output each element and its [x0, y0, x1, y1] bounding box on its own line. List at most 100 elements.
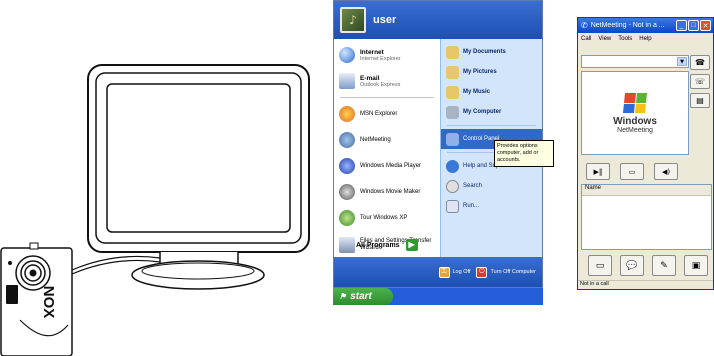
taskbar: ⚑ start [333, 288, 543, 305]
user-name: user [373, 14, 397, 26]
search-icon [446, 179, 459, 193]
start-menu-left-pane: Internet Internet Explorer E-mail Outlook … [334, 39, 440, 257]
menu-help[interactable]: Help [639, 36, 651, 42]
chat-button[interactable]: 💬 [620, 255, 644, 276]
start-menu: ♪ user Internet Internet Explorer E-mail O… [333, 0, 554, 288]
menu-item-label: Tour Windows XP [360, 215, 408, 221]
menu-item-run[interactable]: Run... [441, 196, 542, 216]
share-icon: ▭ [595, 261, 605, 271]
menu-item-media-player[interactable]: Windows Media Player [334, 153, 440, 179]
monitor-illustration: NOX [0, 64, 310, 356]
pictures-icon [446, 65, 459, 79]
logo-text-netmeeting: NetMeeting [617, 126, 653, 134]
menu-item-msn-explorer[interactable]: MSN Explorer [334, 101, 440, 127]
menu-item-tour-windows[interactable]: Tour Windows XP [334, 205, 440, 231]
menu-item-my-pictures[interactable]: My Pictures [441, 62, 542, 82]
place-call-button[interactable]: ☎ [690, 55, 710, 70]
menu-item-internet[interactable]: Internet Internet Explorer [334, 42, 440, 68]
run-icon [446, 199, 459, 213]
hang-up-icon: ☏ [694, 77, 705, 86]
picture-in-picture-button[interactable]: ▭ [620, 163, 644, 180]
folder-icon [446, 45, 459, 59]
menu-view[interactable]: View [598, 36, 611, 42]
window-title: NetMeeting - Not in a ... [590, 22, 665, 29]
menu-item-label: E-mail [360, 74, 380, 82]
menu-separator [447, 125, 536, 126]
menu-tools[interactable]: Tools [618, 36, 632, 42]
power-icon: ⏻ [476, 266, 488, 278]
internet-explorer-icon [339, 47, 355, 63]
control-panel-icon [446, 132, 459, 146]
speaker-icon: ◀) [661, 168, 671, 176]
menu-item-label: Search [463, 183, 483, 189]
title-bar: ✆ NetMeeting - Not in a ... _ □ ✕ [578, 18, 713, 33]
minimize-button[interactable]: _ [676, 20, 687, 31]
menu-item-label: Windows Media Player [360, 163, 422, 169]
start-menu-right-pane: My Documents My Pictures My Music My Com… [440, 39, 554, 257]
start-video-button[interactable]: ▶‖ [586, 163, 610, 180]
chat-icon: 💬 [626, 261, 638, 271]
maximize-button[interactable]: □ [688, 20, 699, 31]
menu-item-my-computer[interactable]: My Computer [441, 102, 542, 122]
file-transfer-icon: ▣ [691, 261, 701, 271]
outlook-express-icon [339, 73, 355, 89]
start-menu-footer: ⚿ Log Off ⏻ Turn Off Computer [334, 257, 542, 287]
menu-item-movie-maker[interactable]: Windows Movie Maker [334, 179, 440, 205]
menu-item-netmeeting[interactable]: NetMeeting [334, 127, 440, 153]
turn-off-button[interactable]: ⏻ Turn Off Computer [476, 266, 536, 278]
netmeeting-icon [339, 132, 355, 148]
audio-adjust-button[interactable]: ◀) [654, 163, 678, 180]
whiteboard-button[interactable]: ✎ [652, 255, 676, 276]
log-off-label: Log Off [452, 269, 471, 275]
monitor-stand [131, 260, 265, 290]
menu-item-label: My Computer [463, 109, 502, 115]
file-transfer-button[interactable]: ▣ [684, 255, 708, 276]
menu-item-email[interactable]: E-mail Outlook Express [334, 68, 440, 94]
menu-separator [340, 97, 434, 98]
help-icon [446, 159, 459, 173]
webcam: NOX [0, 242, 73, 356]
msn-icon [339, 106, 355, 122]
menu-item-search[interactable]: Search [441, 176, 542, 196]
arrow-right-icon: ▶ [405, 239, 418, 251]
key-icon: ⚿ [438, 266, 450, 278]
start-label: start [350, 291, 372, 302]
webcam-brand-logo: NOX [40, 286, 57, 319]
pip-icon: ▭ [628, 168, 636, 176]
netmeeting-icon: ✆ [581, 21, 588, 30]
play-pause-icon: ▶‖ [593, 168, 603, 176]
menu-bar: Call View Tools Help [578, 33, 713, 44]
menu-item-label: MSN Explorer [360, 111, 398, 117]
end-call-button[interactable]: ☏ [690, 74, 710, 89]
status-bar: Not in a call [578, 280, 713, 290]
participants-list[interactable]: Name [581, 184, 712, 250]
phone-call-icon: ☎ [695, 58, 705, 67]
logo-text-windows: Windows [613, 115, 657, 127]
menu-item-label: Internet [360, 48, 384, 56]
start-button[interactable]: ⚑ start [333, 288, 393, 305]
share-program-button[interactable]: ▭ [588, 255, 612, 276]
media-player-icon [339, 158, 355, 174]
column-header-name[interactable]: Name [582, 185, 711, 196]
turn-off-label: Turn Off Computer [490, 269, 536, 275]
music-icon [446, 85, 459, 99]
menu-item-sublabel: Outlook Express [360, 81, 401, 88]
menu-item-label: My Music [463, 89, 491, 95]
log-off-button[interactable]: ⚿ Log Off [438, 266, 471, 278]
start-menu-header: ♪ user [334, 1, 542, 39]
all-programs-button[interactable]: All Programs ▶ [356, 239, 418, 251]
address-book-icon: ▤ [696, 96, 704, 105]
menu-item-my-music[interactable]: My Music [441, 82, 542, 102]
close-button[interactable]: ✕ [700, 20, 711, 31]
menu-item-label: My Pictures [463, 69, 497, 75]
menu-item-sublabel: Internet Explorer [360, 55, 401, 62]
address-combobox[interactable]: ▼ [581, 55, 689, 68]
user-avatar: ♪ [340, 7, 366, 33]
menu-item-my-documents[interactable]: My Documents [441, 42, 542, 62]
directory-button[interactable]: ▤ [690, 93, 710, 108]
menu-call[interactable]: Call [581, 36, 591, 42]
control-panel-tooltip: Provides options computer, add or accoun… [494, 140, 554, 167]
chevron-down-icon[interactable]: ▼ [677, 57, 687, 66]
windows-flag-icon: ⚑ [339, 292, 347, 301]
windows-logo-icon [622, 92, 648, 113]
